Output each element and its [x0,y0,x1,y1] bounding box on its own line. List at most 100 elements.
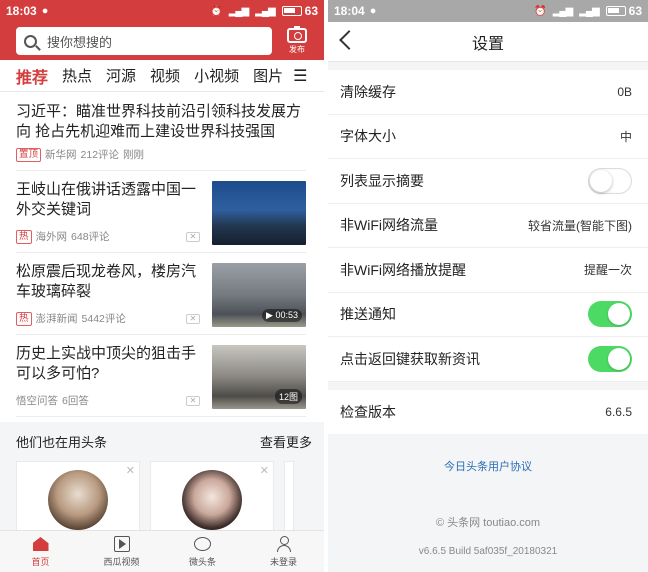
dismiss-icon[interactable]: ✕ [186,232,200,242]
item-time: 刚刚 [123,149,145,161]
item-source: 澎湃新闻 [35,313,78,325]
setting-label: 检查版本 [340,403,396,420]
item-comments: 6回答 [62,395,89,407]
page-title: 设置 [471,35,504,53]
headline: 历史上实战中顶尖的狙击手可以多可怕? [16,345,197,382]
bottom-nav: 首页 西瓜视频 微头条 未登录 [0,530,324,572]
list-item[interactable]: 王岐山在俄讲话透露中国一外交关键词 热 海外网 648评论 ✕ [16,171,306,253]
back-refresh-toggle[interactable] [588,345,632,372]
nav-label: 首页 [31,557,50,567]
signal-icon-2: ▂▄▆ [579,5,599,17]
avatar [182,470,242,530]
nav-weitoutiao[interactable]: 微头条 [162,531,243,572]
item-source: 悟空问答 [16,395,58,407]
user-agreement-link[interactable]: 今日头条用户协议 [328,458,648,474]
setting-label: 推送通知 [340,306,396,323]
nav-home[interactable]: 首页 [0,531,81,572]
list-item[interactable]: 松原震后现龙卷风，楼房汽车玻璃碎裂 热 澎湃新闻 5442评论 ✕ ▶ 00:5… [16,253,306,335]
list-summary-toggle[interactable] [588,167,632,194]
search-placeholder: 搜你想搜的 [47,34,113,50]
nav-profile[interactable]: 未登录 [243,531,324,572]
tab-pictures[interactable]: 图片 [253,65,283,86]
setting-list-summary: 列表显示摘要 [328,159,648,204]
top-header: 18:03 ● ⏰ ▂▄▆ ▂▄▆ 63 搜你想搜的 发布 [0,0,324,60]
setting-value: 提醒一次 [583,263,632,278]
setting-push-notifications: 推送通知 [328,293,648,337]
dismiss-icon[interactable]: ✕ [186,314,200,324]
build-version-text: v6.6.5 Build 5af035f_20180321 [418,545,558,557]
signal-icon: ▂▄▆ [228,5,249,17]
channel-tabs: 推荐 热点 河源 视频 小视频 图片 ☰ [0,60,324,92]
channel-menu-icon[interactable]: ☰ [293,66,307,86]
avatar [48,470,108,530]
setting-label: 清除缓存 [340,83,396,100]
close-icon[interactable]: ✕ [260,464,269,477]
list-item[interactable]: 历史上实战中顶尖的狙击手可以多可怕? 悟空问答 6回答 ✕ 12图 [16,335,306,417]
user-card[interactable]: ✕ [16,461,140,531]
tab-heyuan[interactable]: 河源 [106,65,136,86]
publish-button[interactable]: 发布 [278,25,316,55]
pinned-tag: 置顶 [16,147,42,162]
nav-xigua-video[interactable]: 西瓜视频 [81,531,162,572]
alarm-icon: ⏰ [210,5,222,17]
setting-value: 较省流量(智能下图) [528,218,632,233]
news-feed: 习近平：瞄准世界科技前沿引领科技发展方向 抢占先机迎难而上建设世界科技强国 置顶… [0,92,324,417]
home-icon [32,537,49,551]
item-meta: 热 澎湃新闻 5442评论 [16,311,130,326]
tab-hot[interactable]: 热点 [62,65,92,86]
setting-clear-cache[interactable]: 清除缓存 0B [328,70,648,115]
item-comments: 212评论 [80,149,120,161]
view-more-link[interactable]: 查看更多 [260,432,312,451]
section-title: 他们也在用头条 [16,435,108,450]
tab-recommend[interactable]: 推荐 [16,64,48,88]
item-meta: 热 海外网 648评论 [16,229,114,244]
item-meta: 悟空问答 6回答 [16,393,93,408]
settings-screen: 18:04 ● ⏰ ▂▄▆ ▂▄▆ 63 设置 清除缓存 0B 字体大小 中 列… [328,0,648,572]
alarm-icon: ⏰ [534,5,546,17]
setting-non-wifi-play-reminder[interactable]: 非WiFi网络播放提醒 提醒一次 [328,248,648,293]
setting-label: 列表显示摘要 [340,172,424,189]
setting-value: 中 [619,129,632,144]
setting-label: 非WiFi网络流量 [340,217,438,234]
headline: 王岐山在俄讲话透露中国一外交关键词 [16,181,197,218]
item-comments: 648评论 [71,231,110,243]
chat-notification-icon: ● [41,5,49,17]
tab-short-video[interactable]: 小视频 [194,65,239,86]
camera-icon [287,25,307,43]
headline: 松原震后现龙卷风，楼房汽车玻璃碎裂 [16,263,197,300]
search-input[interactable]: 搜你想搜的 [16,27,272,55]
battery-level: 63 [304,4,318,18]
video-thumbnail[interactable]: ▶ 00:53 [212,263,306,327]
setting-non-wifi-traffic[interactable]: 非WiFi网络流量 较省流量(智能下图) [328,204,648,248]
close-icon[interactable]: ✕ [126,464,135,477]
item-source: 新华网 [45,149,77,161]
back-arrow-icon[interactable] [339,30,359,50]
battery-icon [605,6,626,16]
status-time: 18:03 [6,4,37,18]
hot-tag: 热 [16,229,32,244]
news-thumbnail [212,181,306,245]
status-bar: 18:04 ● ⏰ ▂▄▆ ▂▄▆ 63 [328,0,648,22]
push-notifications-toggle[interactable] [588,301,632,328]
user-card[interactable]: ✕ [150,461,274,531]
list-item[interactable]: 习近平：瞄准世界科技前沿引领科技发展方向 抢占先机迎难而上建设世界科技强国 置顶… [16,92,306,171]
user-card-partial[interactable] [284,461,294,531]
status-time: 18:04 [334,4,365,18]
setting-check-version[interactable]: 检查版本 6.6.5 [328,389,648,434]
setting-label: 字体大小 [340,128,396,145]
signal-icon-2: ▂▄▆ [255,5,275,17]
setting-font-size[interactable]: 字体大小 中 [328,115,648,159]
duration-text: 00:53 [275,310,298,320]
search-row: 搜你想搜的 发布 [0,22,324,60]
setting-value: 6.6.5 [605,404,632,419]
copyright-text: © 头条网 toutiao.com [435,516,541,529]
dismiss-icon[interactable]: ✕ [186,396,200,406]
search-icon [24,34,37,48]
tab-video[interactable]: 视频 [150,65,180,86]
chat-bubble-icon [194,537,211,551]
gallery-thumbnail[interactable]: 12图 [212,345,306,409]
news-feed-screen: 18:03 ● ⏰ ▂▄▆ ▂▄▆ 63 搜你想搜的 发布 推荐 热点 河源 视… [0,0,324,572]
photo-count: 12图 [274,389,302,404]
setting-value: 0B [617,84,632,99]
item-meta: 置顶 新华网 212评论 刚刚 [16,147,306,162]
